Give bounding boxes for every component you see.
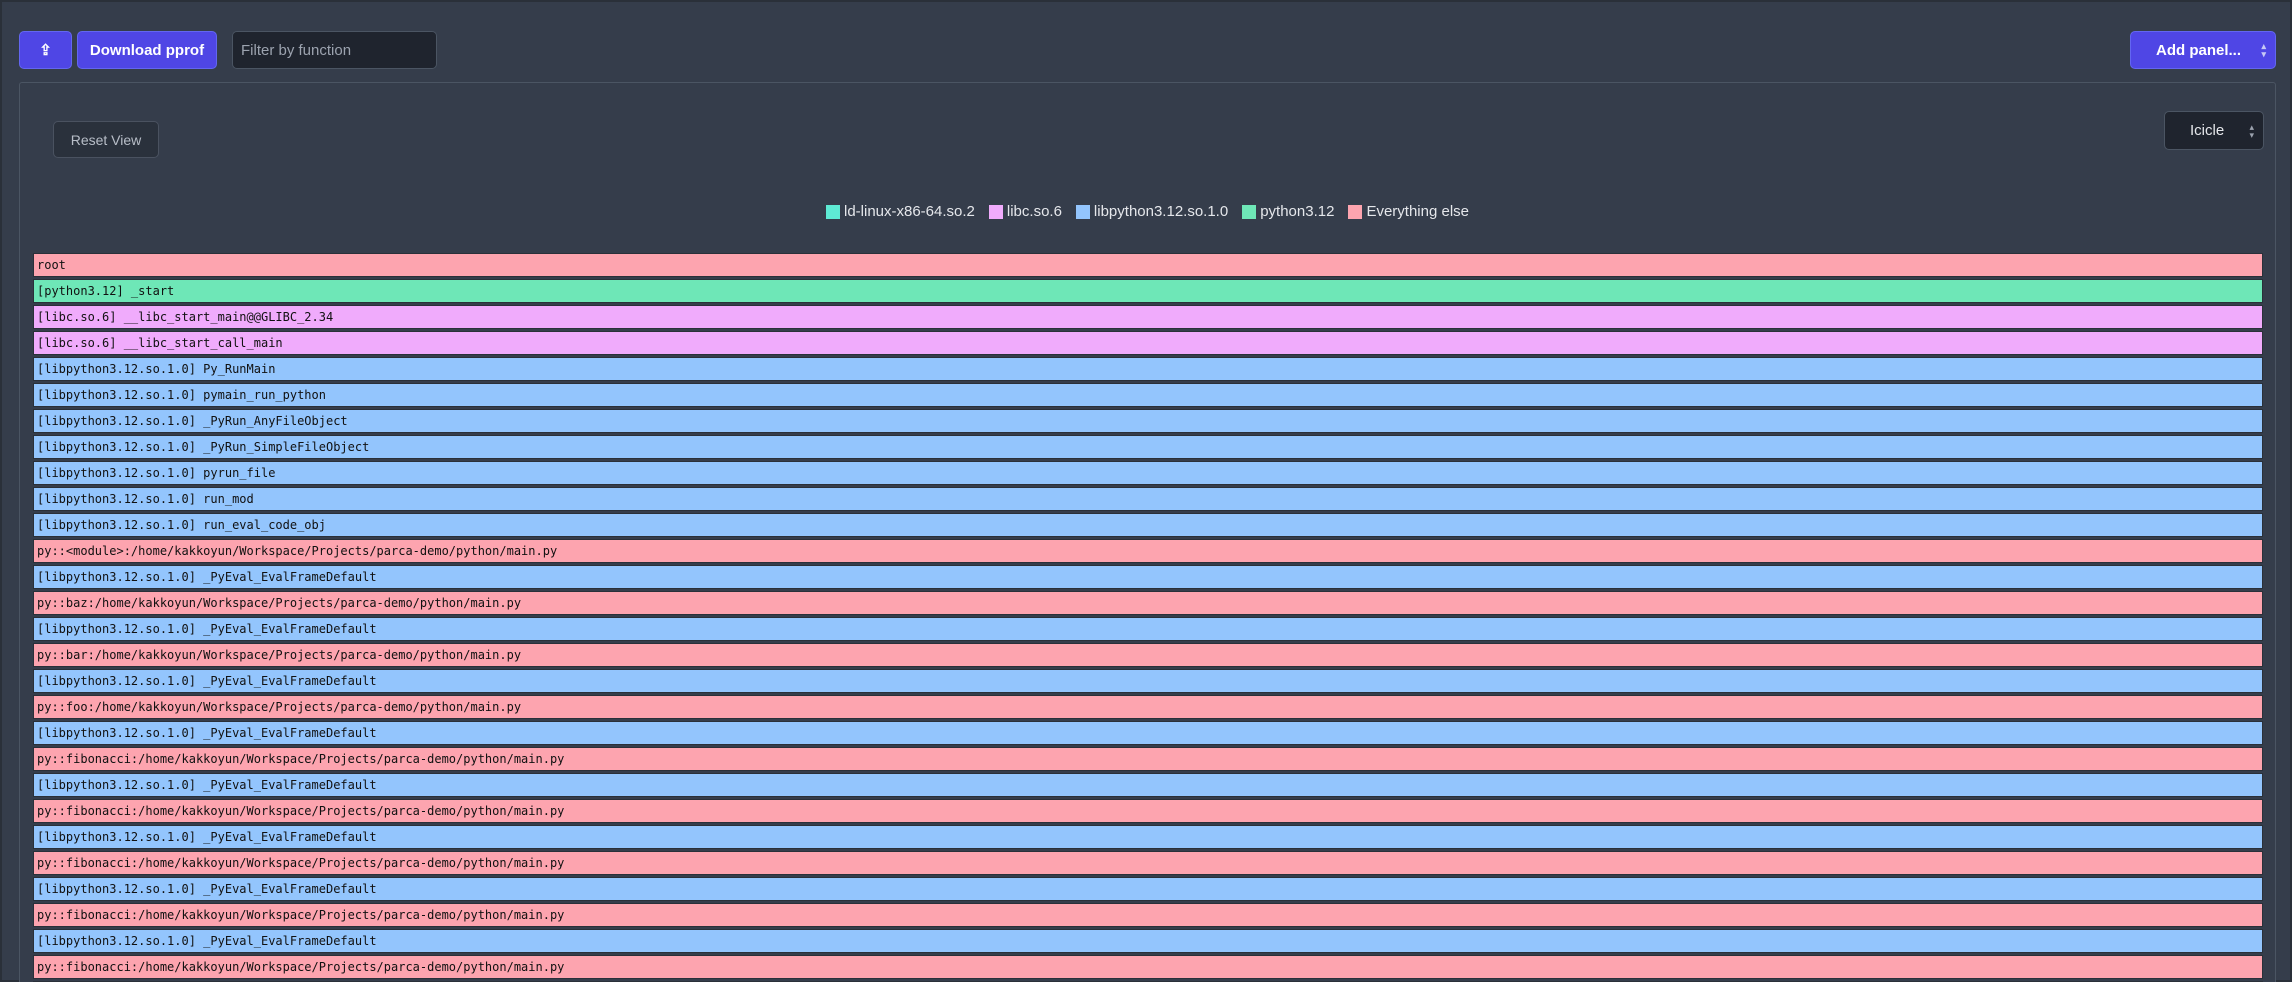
chevron-up-down-icon: ▴ ▾ — [2249, 122, 2254, 140]
icicle-frame[interactable]: [libc.so.6] __libc_start_main@@GLIBC_2.3… — [33, 305, 2263, 329]
visualization-type-select[interactable]: Icicle ▴ ▾ — [2164, 111, 2264, 150]
legend-label: ld-linux-x86-64.so.2 — [843, 203, 975, 220]
legend-swatch — [825, 204, 840, 219]
share-icon: ⇪ — [39, 42, 52, 59]
icicle-frame[interactable]: py::<module>:/home/kakkoyun/Workspace/Pr… — [33, 539, 2263, 563]
icicle-frame[interactable]: [libpython3.12.so.1.0] pymain_run_python — [33, 383, 2263, 407]
icicle-frame[interactable]: [python3.12] _start — [33, 279, 2263, 303]
legend-item: Everything else — [1348, 203, 1469, 220]
visualization-type-value: Icicle — [2190, 122, 2225, 139]
legend-item: ld-linux-x86-64.so.2 — [825, 203, 975, 220]
download-pprof-button[interactable]: Download pprof — [77, 31, 217, 69]
add-panel-button[interactable]: Add panel... ▴ ▾ — [2130, 31, 2276, 69]
add-panel-label: Add panel... — [2156, 41, 2242, 59]
profile-explorer: ⇪ Download pprof › Add panel... ▴▾ Reset… — [0, 0, 2292, 982]
legend-swatch — [1075, 204, 1090, 219]
chevron-up-down-icon: ▴ ▾ — [2261, 41, 2266, 59]
icicle-frame[interactable]: [libpython3.12.so.1.0] Py_RunMain — [33, 357, 2263, 381]
icicle-frame[interactable]: [libpython3.12.so.1.0] _PyRun_AnyFileObj… — [33, 409, 2263, 433]
legend-item: python3.12 — [1242, 203, 1334, 220]
legend-item: libpython3.12.so.1.0 — [1075, 203, 1229, 220]
filter-by-function-input[interactable] — [233, 32, 436, 68]
icicle-frame[interactable]: [libpython3.12.so.1.0] pyrun_file — [33, 461, 2263, 485]
icicle-frame[interactable]: [libpython3.12.so.1.0] _PyRun_SimpleFile… — [33, 435, 2263, 459]
icicle-frame[interactable]: py::fibonacci:/home/kakkoyun/Workspace/P… — [33, 747, 2263, 771]
icicle-frame[interactable]: py::bar:/home/kakkoyun/Workspace/Project… — [33, 643, 2263, 667]
legend-swatch — [1348, 204, 1363, 219]
legend-label: libpython3.12.so.1.0 — [1093, 203, 1229, 220]
icicle-frame[interactable]: [libpython3.12.so.1.0] _PyEval_EvalFrame… — [33, 565, 2263, 589]
legend-label: python3.12 — [1260, 203, 1335, 220]
icicle-frame[interactable]: py::baz:/home/kakkoyun/Workspace/Project… — [33, 591, 2263, 615]
icicle-frame[interactable]: [libpython3.12.so.1.0] run_mod — [33, 487, 2263, 511]
reset-view-button[interactable]: Reset View — [53, 121, 159, 158]
icicle-frame[interactable]: [libpython3.12.so.1.0] _PyEval_EvalFrame… — [33, 825, 2263, 849]
icicle-frame[interactable]: [libpython3.12.so.1.0] run_eval_code_obj — [33, 513, 2263, 537]
icicle-frame[interactable]: [libc.so.6] __libc_start_call_main — [33, 331, 2263, 355]
visualization-panel: Reset View Icicle ▴ ▾ ld-linux-x86-64.so.… — [19, 82, 2276, 982]
icicle-frame[interactable]: py::fibonacci:/home/kakkoyun/Workspace/P… — [33, 955, 2263, 979]
share-button[interactable]: ⇪ — [19, 31, 72, 69]
legend-label: Everything else — [1366, 203, 1469, 220]
legend: ld-linux-x86-64.so.2 libc.so.6 libpython3.… — [20, 203, 2275, 220]
legend-swatch — [1242, 204, 1257, 219]
legend-item: libc.so.6 — [988, 203, 1062, 220]
legend-swatch — [988, 204, 1003, 219]
icicle-frame[interactable]: py::foo:/home/kakkoyun/Workspace/Project… — [33, 695, 2263, 719]
icicle-frame[interactable]: [libpython3.12.so.1.0] _PyEval_EvalFrame… — [33, 617, 2263, 641]
icicle-frame[interactable]: [libpython3.12.so.1.0] _PyEval_EvalFrame… — [33, 877, 2263, 901]
icicle-frame[interactable]: root — [33, 253, 2263, 277]
icicle-frame[interactable]: py::fibonacci:/home/kakkoyun/Workspace/P… — [33, 799, 2263, 823]
icicle-frame[interactable]: [libpython3.12.so.1.0] _PyEval_EvalFrame… — [33, 669, 2263, 693]
icicle-frame[interactable]: [libpython3.12.so.1.0] _PyEval_EvalFrame… — [33, 721, 2263, 745]
icicle-frame[interactable]: [libpython3.12.so.1.0] _PyEval_EvalFrame… — [33, 929, 2263, 953]
icicle-frame[interactable]: py::fibonacci:/home/kakkoyun/Workspace/P… — [33, 851, 2263, 875]
icicle-frame[interactable]: [libpython3.12.so.1.0] _PyEval_EvalFrame… — [33, 773, 2263, 797]
icicle-frame[interactable]: py::fibonacci:/home/kakkoyun/Workspace/P… — [33, 903, 2263, 927]
function-filter: › — [232, 31, 437, 69]
icicle-graph: root [python3.12] _start [libc.so.6] __lib… — [33, 253, 2263, 982]
legend-label: libc.so.6 — [1006, 203, 1062, 220]
